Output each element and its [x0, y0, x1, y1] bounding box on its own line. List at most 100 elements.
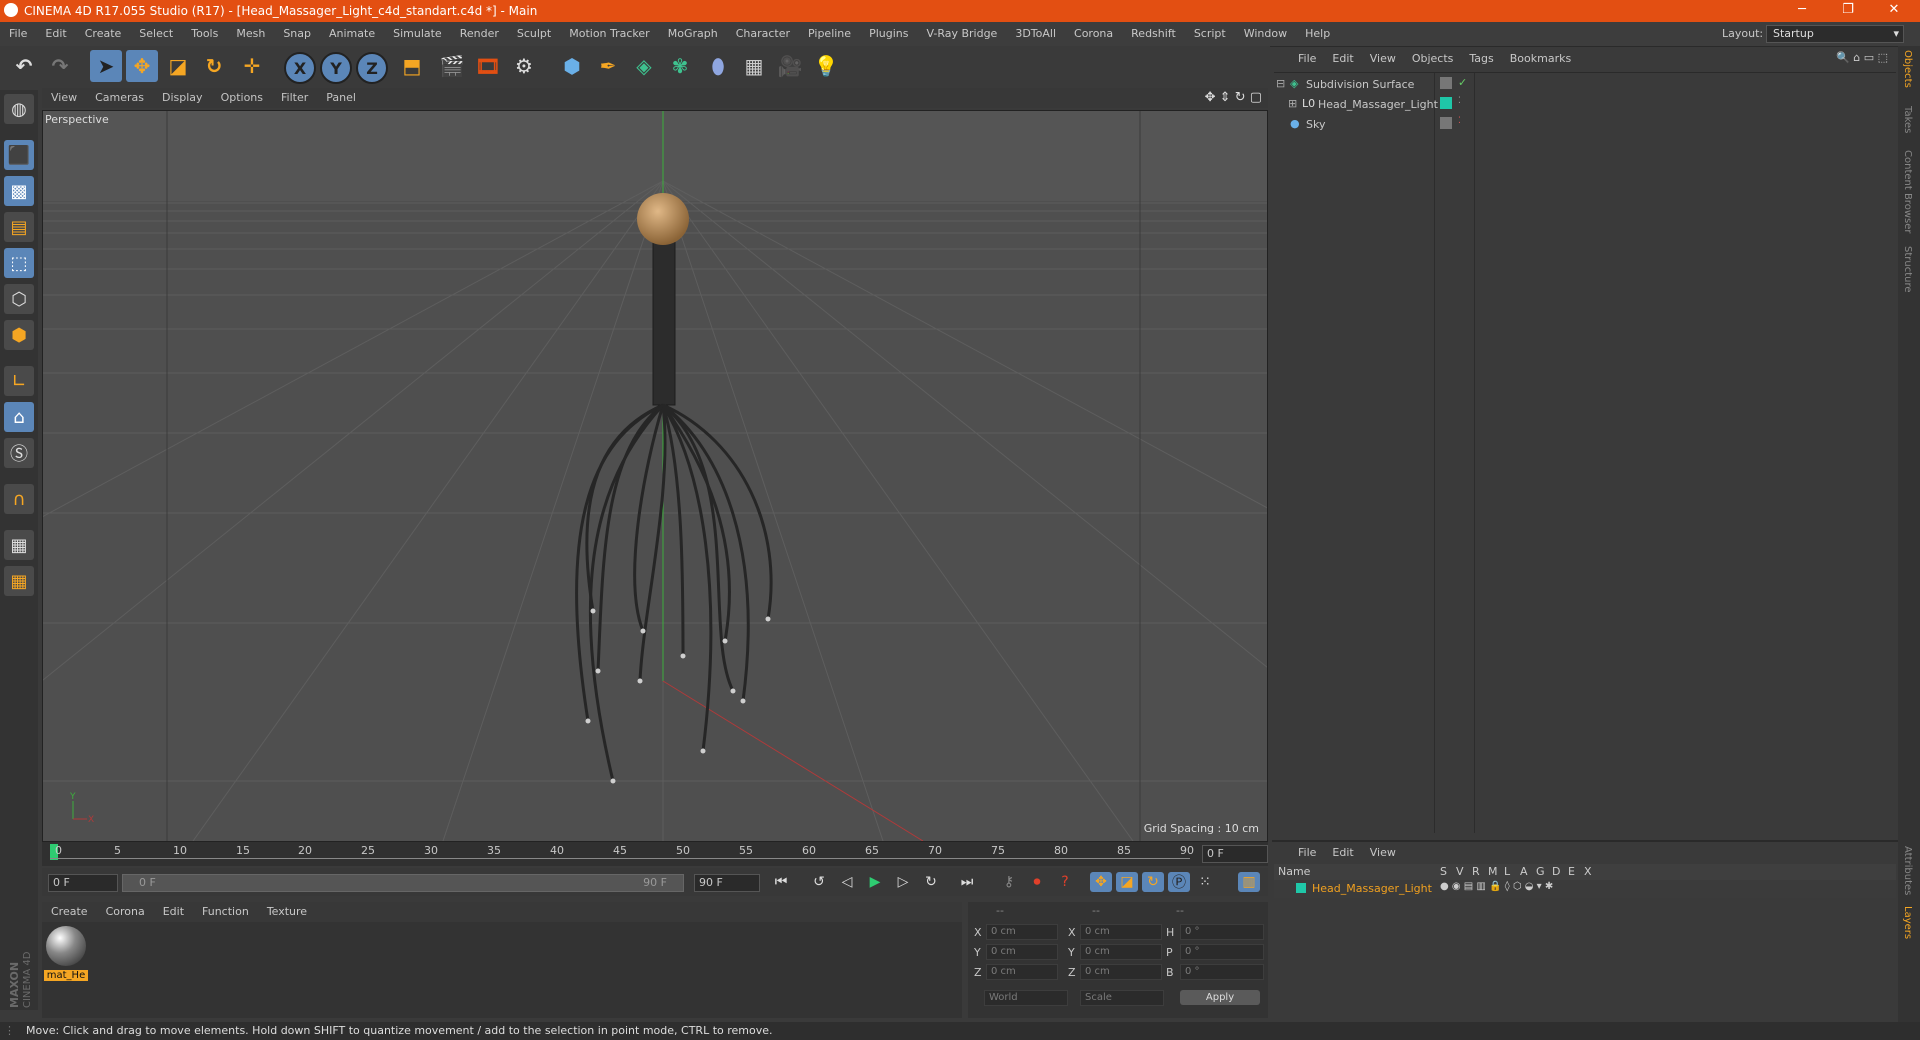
subdivision-surface-button[interactable]: ◈	[628, 50, 660, 82]
select-tool-button[interactable]: ➤	[90, 50, 122, 82]
object-menu-view[interactable]: View	[1362, 48, 1404, 70]
next-frame-button[interactable]: ▷	[892, 872, 914, 892]
rot-h-field[interactable]: 0 °	[1180, 924, 1264, 940]
menu-3dtoall[interactable]: 3DToAll	[1006, 22, 1065, 46]
menu-plugins[interactable]: Plugins	[860, 22, 917, 46]
edit-tag-icon[interactable]	[1440, 117, 1452, 129]
timeline-ruler[interactable]: 0 5 10 15 20 25 30 35 40 45 50 55 60 65 …	[42, 842, 1268, 866]
material-menu-create[interactable]: Create	[42, 902, 97, 922]
go-to-start-button[interactable]: ⏮	[770, 872, 792, 892]
object-row-head-massager[interactable]: ⊞ L0 Head_Massager_Light ⁚	[1274, 95, 1896, 115]
object-menu-edit[interactable]: Edit	[1324, 48, 1361, 70]
record-key-button[interactable]: ⚷	[998, 872, 1020, 892]
coordinate-space-select[interactable]: World	[984, 990, 1068, 1006]
menu-select[interactable]: Select	[130, 22, 182, 46]
undo-button[interactable]: ↶	[8, 50, 40, 82]
viewport-menu-filter[interactable]: Filter	[272, 88, 317, 108]
floor-button[interactable]: ▦	[738, 50, 770, 82]
texture-mode-button[interactable]: ▩	[4, 176, 34, 206]
menu-window[interactable]: Window	[1235, 22, 1296, 46]
play-button[interactable]: ▶	[864, 872, 886, 892]
tab-objects[interactable]: Objects	[1902, 50, 1913, 88]
key-rotation-button[interactable]: ↻	[1142, 872, 1164, 892]
apply-button[interactable]: Apply	[1180, 990, 1260, 1005]
viewport-menu-options[interactable]: Options	[212, 88, 272, 108]
auto-keying-button[interactable]: ⏺	[1026, 872, 1048, 892]
object-menu-tags[interactable]: Tags	[1461, 48, 1501, 70]
rot-p-field[interactable]: 0 °	[1180, 944, 1264, 960]
layer-row[interactable]: Head_Massager_Light ● ◉ ▤ ▥ 🔒 ◊ ⬡ ◒ ▾ ✱	[1274, 880, 1896, 898]
object-menu-bookmarks[interactable]: Bookmarks	[1502, 48, 1579, 70]
menu-vray-bridge[interactable]: V-Ray Bridge	[917, 22, 1006, 46]
coordinate-system-button[interactable]: ⬒	[396, 50, 428, 82]
live-selection-button[interactable]: ✛	[236, 50, 268, 82]
key-parameter-button[interactable]: Ⓟ	[1168, 872, 1190, 892]
move-tool-button[interactable]: ✥	[126, 50, 158, 82]
menu-corona[interactable]: Corona	[1065, 22, 1122, 46]
minimize-button[interactable]: ─	[1782, 2, 1822, 17]
viewport-menu-display[interactable]: Display	[153, 88, 212, 108]
camera-button[interactable]: 🎥	[774, 50, 806, 82]
start-frame-field[interactable]: 0 F	[48, 874, 118, 892]
expand-icon[interactable]: ⊞	[1288, 97, 1297, 110]
make-editable-button[interactable]: ◍	[4, 94, 34, 124]
tab-layers[interactable]: Layers	[1902, 906, 1913, 939]
menu-file[interactable]: File	[0, 22, 36, 46]
material-menu-texture[interactable]: Texture	[258, 902, 316, 922]
layer-menu-view[interactable]: View	[1362, 842, 1404, 864]
menu-script[interactable]: Script	[1185, 22, 1235, 46]
pen-spline-button[interactable]: ✒	[592, 50, 624, 82]
frame-range-slider[interactable]: 0 F 90 F	[122, 874, 684, 892]
grid-lock-button[interactable]: ▦	[4, 530, 34, 560]
next-key-button[interactable]: ↻	[920, 872, 942, 892]
tab-structure[interactable]: Structure	[1902, 246, 1913, 293]
viewport-menu-panel[interactable]: Panel	[317, 88, 365, 108]
model-mode-button[interactable]: ⬛	[4, 140, 34, 170]
pos-x-field[interactable]: 0 cm	[986, 924, 1058, 940]
size-x-field[interactable]: 0 cm	[1080, 924, 1162, 940]
edges-mode-button[interactable]: ⬡	[4, 284, 34, 314]
previous-key-button[interactable]: ↺	[808, 872, 830, 892]
material-swatch[interactable]: mat_He	[44, 926, 88, 984]
menu-edit[interactable]: Edit	[36, 22, 75, 46]
menu-snap[interactable]: Snap	[274, 22, 320, 46]
object-manager-toolbar-icons[interactable]: 🔍 ⌂ ▭ ⬚	[1836, 51, 1888, 64]
size-y-field[interactable]: 0 cm	[1080, 944, 1162, 960]
render-view-button[interactable]: 🎬	[436, 50, 468, 82]
menu-pipeline[interactable]: Pipeline	[799, 22, 860, 46]
material-menu-edit[interactable]: Edit	[154, 902, 193, 922]
go-to-end-button[interactable]: ⏭	[956, 872, 978, 892]
menu-render[interactable]: Render	[451, 22, 508, 46]
tab-takes[interactable]: Takes	[1902, 106, 1913, 133]
deformer-button[interactable]: ⬮	[702, 50, 734, 82]
pos-z-field[interactable]: 0 cm	[986, 964, 1058, 980]
viewport-nav-icons[interactable]: ✥ ⇕ ↻ ▢	[1205, 90, 1262, 105]
cube-object-button[interactable]: ⬢	[556, 50, 588, 82]
points-mode-button[interactable]: ⬚	[4, 248, 34, 278]
object-menu-objects[interactable]: Objects	[1404, 48, 1462, 70]
close-button[interactable]: ✕	[1874, 2, 1914, 17]
menu-mesh[interactable]: Mesh	[227, 22, 274, 46]
keyframe-selection-button[interactable]: ?	[1054, 872, 1076, 892]
size-z-field[interactable]: 0 cm	[1080, 964, 1162, 980]
light-button[interactable]: 💡	[810, 50, 842, 82]
render-settings-button[interactable]: ⚙	[508, 50, 540, 82]
pos-y-field[interactable]: 0 cm	[986, 944, 1058, 960]
menu-mograph[interactable]: MoGraph	[659, 22, 727, 46]
layer-color-swatch[interactable]	[1296, 883, 1306, 893]
visibility-dots-icon[interactable]: ⁚	[1458, 96, 1461, 106]
mograph-cloner-button[interactable]: ✾	[664, 50, 696, 82]
viewport-menu-view[interactable]: View	[42, 88, 86, 108]
menu-create[interactable]: Create	[76, 22, 131, 46]
material-menu-function[interactable]: Function	[193, 902, 258, 922]
z-axis-toggle[interactable]: Z	[356, 52, 388, 84]
tab-attributes[interactable]: Attributes	[1902, 846, 1913, 895]
menu-animate[interactable]: Animate	[320, 22, 384, 46]
visibility-dots-icon[interactable]: ⁚	[1458, 116, 1461, 126]
coordinate-mode-select[interactable]: Scale	[1080, 990, 1164, 1006]
rot-b-field[interactable]: 0 °	[1180, 964, 1264, 980]
layout-select[interactable]: Startup ▾	[1766, 25, 1904, 43]
grid-snap-button[interactable]: ▦	[4, 566, 34, 596]
edit-tag-icon[interactable]	[1440, 77, 1452, 89]
layer-color-tag[interactable]	[1440, 97, 1452, 109]
